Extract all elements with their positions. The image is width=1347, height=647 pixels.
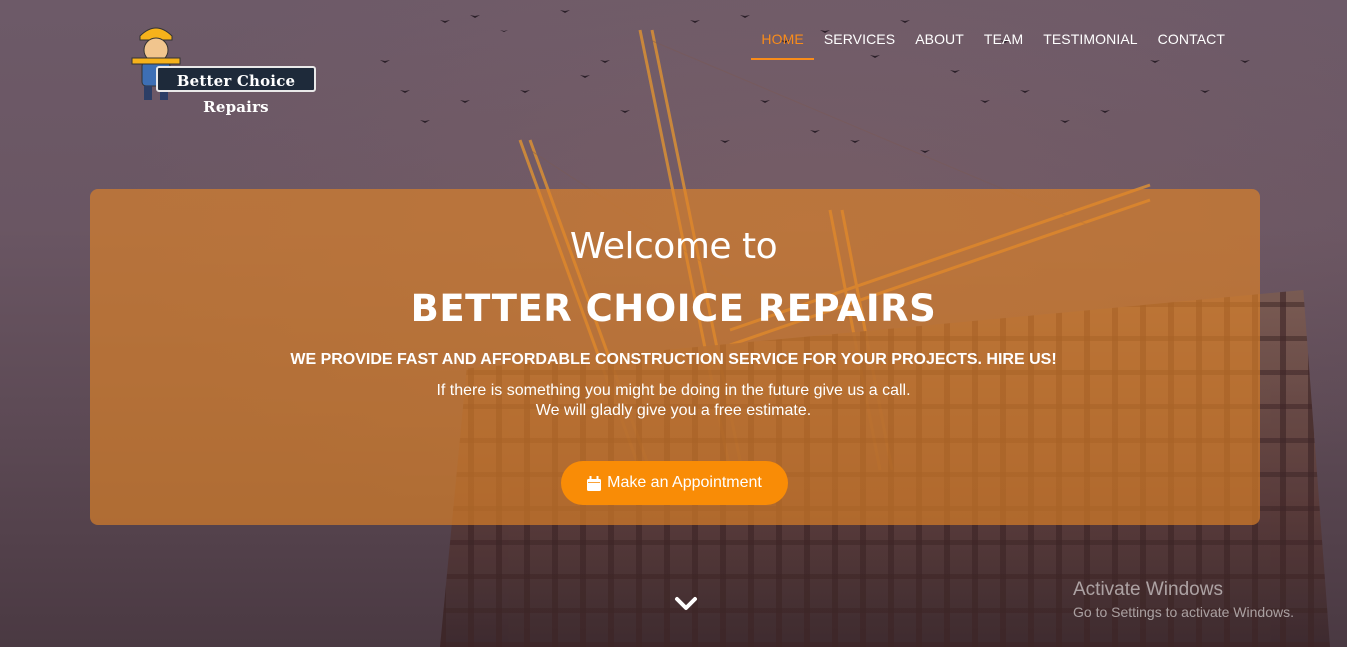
chevron-down-icon[interactable] xyxy=(674,596,698,612)
nav-about[interactable]: ABOUT xyxy=(905,30,974,60)
nav-team[interactable]: TEAM xyxy=(974,30,1033,60)
appointment-label: Make an Appointment xyxy=(607,474,762,491)
nav-testimonial[interactable]: TESTIMONIAL xyxy=(1033,30,1147,60)
nav-home[interactable]: HOME xyxy=(751,30,815,60)
site-logo[interactable]: Better Choice Repairs xyxy=(126,18,318,116)
make-appointment-button[interactable]: Make an Appointment xyxy=(561,461,788,505)
logo-text: Better Choice Repairs xyxy=(156,66,316,116)
main-navigation: HOME SERVICES ABOUT TEAM TESTIMONIAL CON… xyxy=(751,30,1235,62)
nav-contact[interactable]: CONTACT xyxy=(1148,30,1235,60)
hero-description: If there is something you might be doing… xyxy=(0,381,1347,421)
calendar-icon xyxy=(587,475,602,491)
watermark-title: Activate Windows xyxy=(1073,579,1223,600)
description-line-1: If there is something you might be doing… xyxy=(436,382,911,399)
hero-title: BETTER CHOICE REPAIRS xyxy=(410,287,937,330)
windows-activation-watermark: Activate Windows Go to Settings to activ… xyxy=(1073,579,1294,620)
nav-services[interactable]: SERVICES xyxy=(814,30,905,60)
description-line-2: We will gladly give you a free estimate. xyxy=(535,402,812,419)
hero-tagline: WE PROVIDE FAST AND AFFORDABLE CONSTRUCT… xyxy=(290,351,1057,368)
watermark-subtitle: Go to Settings to activate Windows. xyxy=(1073,604,1294,620)
welcome-heading: Welcome to xyxy=(569,226,778,267)
